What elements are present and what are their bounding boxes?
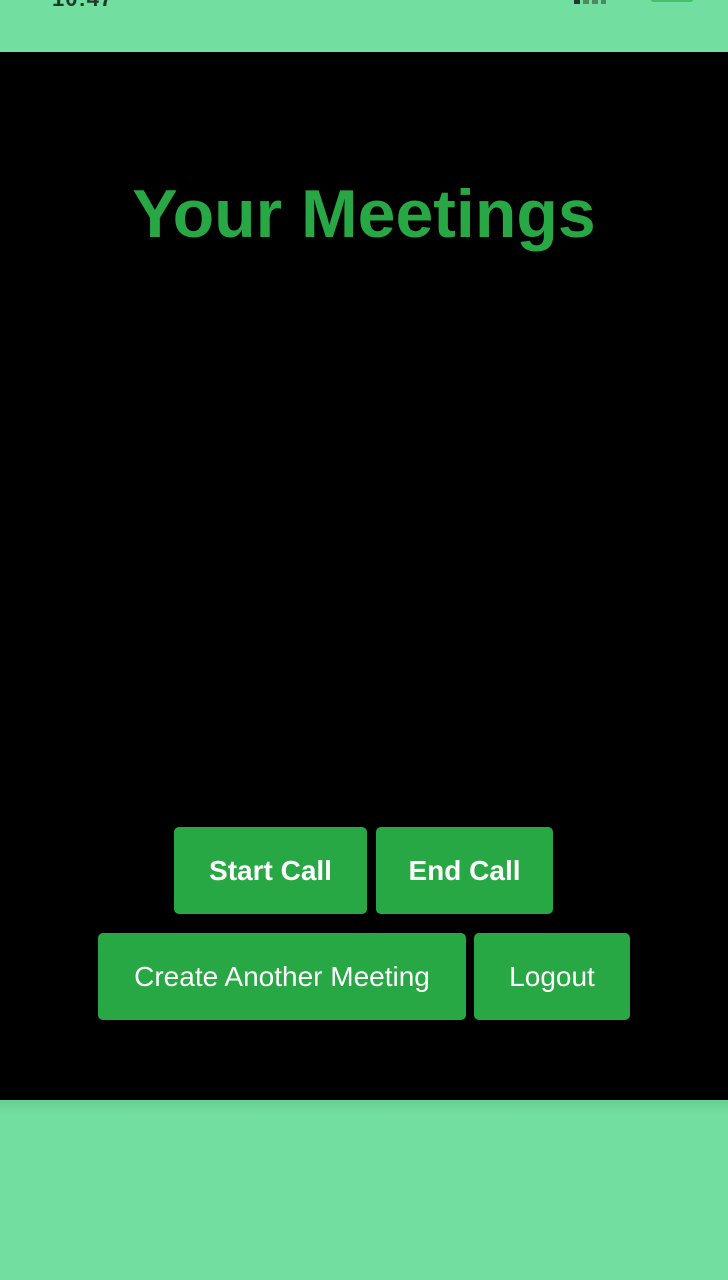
create-another-meeting-button[interactable]: Create Another Meeting: [98, 933, 466, 1020]
logout-button[interactable]: Logout: [474, 933, 630, 1020]
end-call-button[interactable]: End Call: [376, 827, 553, 914]
signal-icon: [574, 0, 606, 4]
status-bar: 10:47: [0, 0, 728, 52]
battery-icon: [650, 0, 694, 2]
bottom-bar: [0, 1100, 728, 1280]
start-call-button[interactable]: Start Call: [174, 827, 367, 914]
status-time: 10:47: [52, 0, 113, 12]
meetings-panel: Your Meetings Start Call End Call Create…: [0, 52, 728, 1100]
page-title: Your Meetings: [132, 176, 596, 252]
